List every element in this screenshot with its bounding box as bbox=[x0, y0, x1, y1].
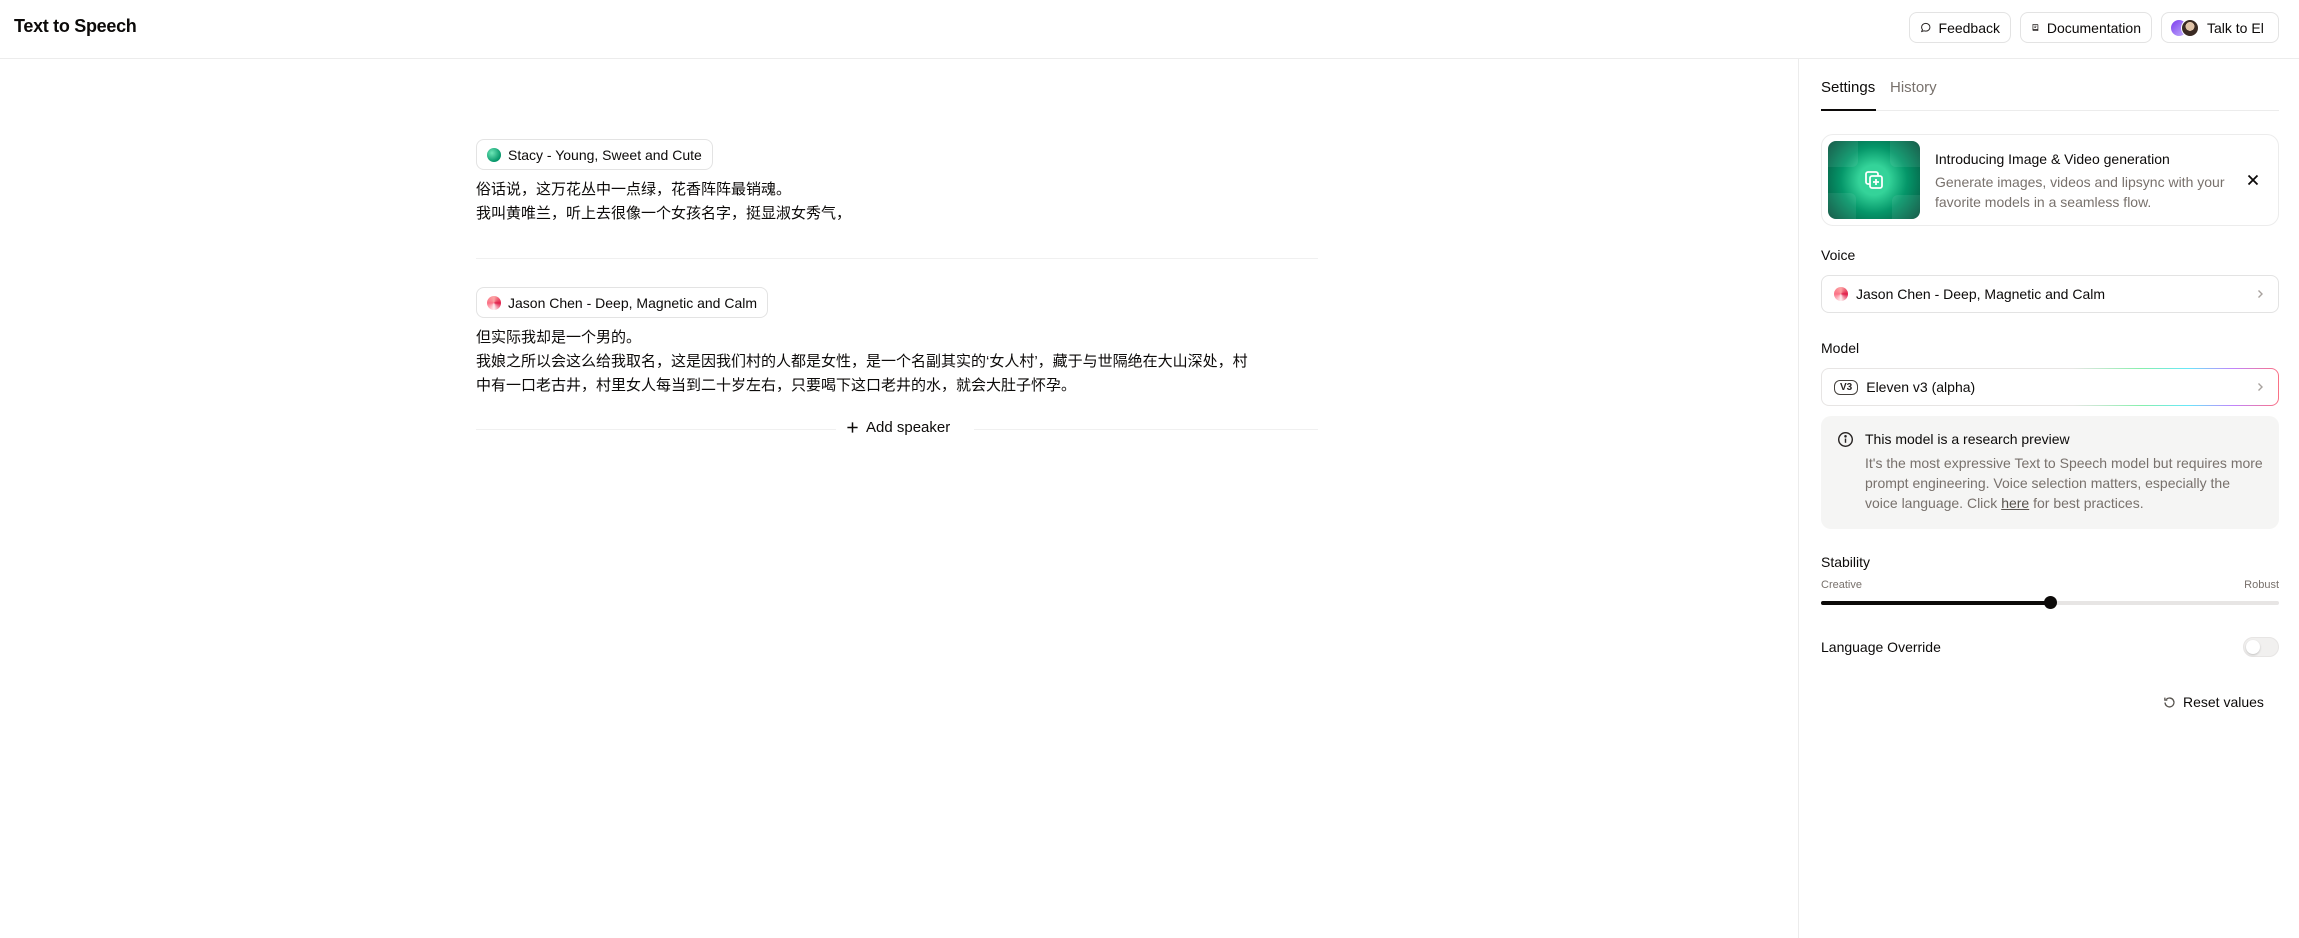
voice-label: Voice bbox=[1821, 247, 1856, 263]
agent-avatars bbox=[2170, 18, 2200, 37]
documentation-label: Documentation bbox=[2046, 19, 2141, 36]
voice-select-value: Jason Chen - Deep, Magnetic and Calm bbox=[1856, 286, 2106, 302]
plus-icon bbox=[847, 422, 858, 433]
model-select[interactable]: V3 Eleven v3 (alpha) bbox=[1821, 368, 2279, 406]
slider-fill bbox=[1821, 601, 2050, 605]
chat-bubble-icon bbox=[1920, 22, 1931, 33]
copy-plus-icon bbox=[1865, 171, 1883, 189]
reset-values-label: Reset values bbox=[2183, 694, 2264, 710]
stability-slider[interactable] bbox=[1821, 596, 2279, 609]
reset-values-button[interactable]: Reset values bbox=[2163, 694, 2264, 710]
notice-text: It's the most expressive Text to Speech … bbox=[1865, 453, 2265, 513]
voice-avatar-icon bbox=[487, 295, 501, 310]
model-label: Model bbox=[1821, 340, 1860, 356]
model-select-value: Eleven v3 (alpha) bbox=[1866, 379, 1976, 395]
speaker-block: Stacy - Young, Sweet and Cute 俗话说，这万花丛中一… bbox=[476, 139, 1318, 226]
chevron-right-icon bbox=[2258, 383, 2263, 391]
settings-panel: Settings History Introducing Image & Vid… bbox=[1798, 59, 2299, 938]
top-header: Text to Speech Feedback Documentation Ta… bbox=[0, 0, 2299, 59]
block-divider bbox=[476, 258, 1318, 259]
feedback-button[interactable]: Feedback bbox=[1909, 12, 2011, 43]
best-practices-link[interactable]: here bbox=[2001, 495, 2029, 511]
toggle-knob bbox=[2246, 640, 2260, 654]
page-title: Text to Speech bbox=[14, 16, 137, 36]
reset-icon bbox=[2164, 696, 2175, 708]
tab-settings[interactable]: Settings bbox=[1821, 79, 1876, 111]
notice-title: This model is a research preview bbox=[1865, 431, 2070, 447]
promo-title: Introducing Image & Video generation bbox=[1935, 151, 2170, 167]
add-speaker-button[interactable]: Add speaker bbox=[840, 419, 957, 436]
divider-line bbox=[974, 429, 1318, 430]
voice-chip-label: Jason Chen - Deep, Magnetic and Calm bbox=[508, 294, 758, 311]
promo-card[interactable]: Introducing Image & Video generation Gen… bbox=[1821, 134, 2279, 226]
stability-max-label: Robust bbox=[2244, 579, 2279, 591]
speaker-text[interactable]: 俗话说，这万花丛中一点绿，花香阵阵最销魂。 我叫黄唯兰，听上去很像一个女孩名字，… bbox=[476, 178, 1318, 226]
language-override-toggle[interactable] bbox=[2243, 637, 2279, 657]
stability-min-label: Creative bbox=[1821, 579, 1862, 591]
tab-history[interactable]: History bbox=[1890, 79, 1937, 111]
add-speaker-label: Add speaker bbox=[866, 419, 951, 436]
speaker-block: Jason Chen - Deep, Magnetic and Calm 但实际… bbox=[476, 287, 1318, 398]
panel-tabs: Settings History bbox=[1821, 79, 2279, 111]
model-version-badge: V3 bbox=[1834, 379, 1859, 395]
divider-line bbox=[476, 429, 836, 430]
chevron-right-icon bbox=[2258, 290, 2263, 298]
promo-thumbnail bbox=[1828, 141, 1920, 219]
avatar bbox=[2181, 18, 2199, 37]
documentation-button[interactable]: Documentation bbox=[2020, 12, 2152, 43]
promo-text: Generate images, videos and lipsync with… bbox=[1935, 174, 2225, 210]
feedback-label: Feedback bbox=[1938, 19, 2000, 36]
slider-handle[interactable] bbox=[2044, 596, 2057, 609]
close-icon[interactable] bbox=[2244, 171, 2262, 189]
add-speaker-row: Add speaker bbox=[476, 419, 1318, 439]
voice-select[interactable]: Jason Chen - Deep, Magnetic and Calm bbox=[1821, 275, 2279, 313]
speaker-text[interactable]: 但实际我却是一个男的。 我娘之所以会这么给我取名，这是因我们村的人都是女性，是一… bbox=[476, 326, 1318, 398]
info-icon bbox=[1837, 431, 1854, 448]
talk-to-el-button[interactable]: Talk to El bbox=[2161, 12, 2279, 43]
voice-chip-button[interactable]: Jason Chen - Deep, Magnetic and Calm bbox=[476, 287, 769, 318]
voice-avatar-icon bbox=[1834, 287, 1848, 301]
voice-avatar-icon bbox=[487, 147, 501, 162]
notice-text-part: for best practices. bbox=[2029, 495, 2144, 511]
research-preview-notice: This model is a research preview It's th… bbox=[1821, 416, 2279, 529]
voice-chip-label: Stacy - Young, Sweet and Cute bbox=[508, 146, 702, 163]
stability-range-labels: Creative Robust bbox=[1821, 579, 2279, 591]
talk-label: Talk to El bbox=[2207, 19, 2264, 36]
book-icon bbox=[2032, 24, 2039, 31]
stability-label: Stability bbox=[1821, 554, 1871, 570]
language-override-label: Language Override bbox=[1821, 639, 1941, 655]
voice-chip-button[interactable]: Stacy - Young, Sweet and Cute bbox=[476, 139, 713, 170]
